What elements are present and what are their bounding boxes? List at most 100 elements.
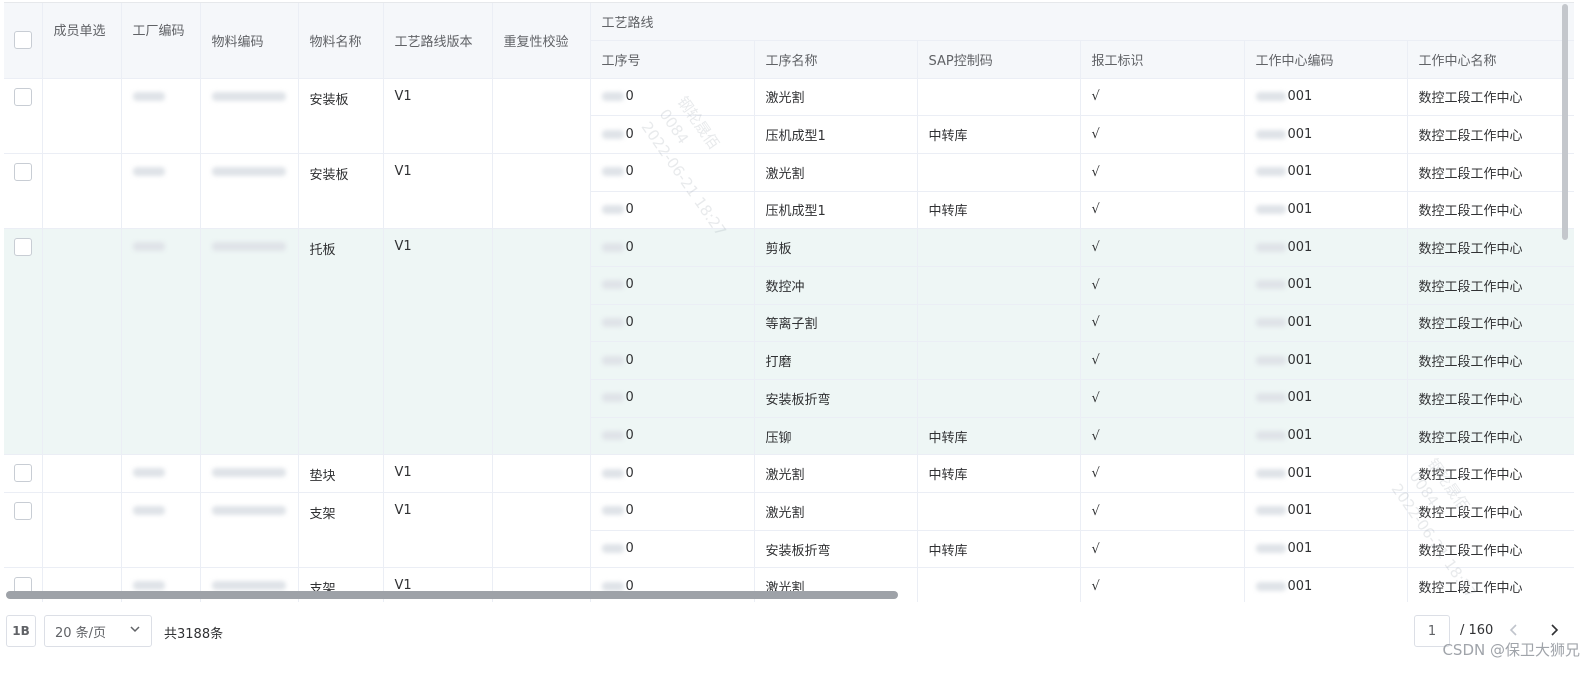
chevron-down-icon: [129, 623, 141, 639]
redacted-wc-prefix: [1255, 242, 1286, 252]
wc-code-suffix: 001: [1287, 541, 1313, 557]
col-member-select[interactable]: 成员单选: [42, 3, 122, 79]
col-factory-code[interactable]: 工厂编码: [121, 3, 201, 79]
table-row[interactable]: 垫块 V1 0 激光割 中转库 √ 001 数控工段工作中心: [4, 454, 1574, 494]
redacted-wc-prefix: [1255, 393, 1286, 403]
wc-code-suffix: 001: [1287, 578, 1313, 594]
redacted-factory-code: [132, 242, 165, 252]
cell-material-name: 垫块: [298, 454, 384, 494]
cell-material-code: [200, 153, 299, 230]
redacted-op-prefix: [601, 280, 624, 290]
cell-report-flag: √: [1080, 492, 1245, 531]
cell-duplicate-check: [492, 228, 591, 456]
cell-op-name: 激光割: [754, 153, 918, 192]
cell-wc-name: 数控工段工作中心: [1407, 78, 1574, 117]
wc-code-suffix: 001: [1287, 126, 1313, 142]
page-size-select[interactable]: 20 条/页: [44, 615, 152, 647]
cell-wc-name: 数控工段工作中心: [1407, 228, 1574, 267]
wc-code-suffix: 001: [1287, 164, 1313, 180]
wc-code-suffix: 001: [1287, 239, 1313, 255]
vertical-scrollbar[interactable]: [1562, 4, 1568, 240]
row-checkbox[interactable]: [13, 464, 32, 483]
redacted-factory-code: [132, 91, 165, 101]
cell-report-flag: √: [1080, 417, 1245, 456]
cell-sap-code: 中转库: [917, 191, 1081, 230]
col-wc-name[interactable]: 工作中心名称: [1407, 40, 1574, 79]
redacted-material-code: [211, 91, 286, 101]
cell-wc-name: 数控工段工作中心: [1407, 266, 1574, 305]
col-route-version[interactable]: 工艺路线版本: [383, 3, 493, 79]
redacted-material-code: [211, 166, 286, 176]
cell-op-no: 0: [590, 341, 755, 380]
redacted-wc-prefix: [1255, 280, 1286, 290]
cell-op-no: 0: [590, 115, 755, 154]
op-no-suffix: 0: [625, 390, 634, 406]
horizontal-scrollbar[interactable]: [6, 591, 898, 599]
cell-select: [4, 228, 43, 456]
cell-op-no: 0: [590, 530, 755, 569]
cell-wc-name: 数控工段工作中心: [1407, 115, 1574, 154]
redacted-wc-prefix: [1255, 506, 1286, 516]
cell-wc-name: 数控工段工作中心: [1407, 417, 1574, 456]
cell-sap-code: [917, 266, 1081, 305]
wc-code-suffix: 001: [1287, 390, 1313, 406]
cell-duplicate-check: [492, 153, 591, 230]
cell-duplicate-check: [492, 78, 591, 154]
cell-wc-name: 数控工段工作中心: [1407, 379, 1574, 418]
row-checkbox[interactable]: [13, 162, 32, 181]
redacted-op-prefix: [601, 431, 624, 441]
row-checkbox[interactable]: [13, 87, 32, 106]
cell-op-name: 压机成型1: [754, 115, 918, 154]
cell-sap-code: [917, 78, 1081, 117]
cell-op-no: 0: [590, 78, 755, 117]
op-no-suffix: 0: [625, 428, 634, 444]
page-count: / 160: [1460, 623, 1494, 638]
cell-member-select: [42, 492, 122, 569]
cell-report-flag: √: [1080, 379, 1245, 418]
col-wc-code[interactable]: 工作中心编码: [1244, 40, 1408, 79]
cell-select: [4, 153, 43, 230]
cell-op-name: 打磨: [754, 341, 918, 380]
table-row[interactable]: 安装板 V1 0 激光割 √ 001 数控工段工作中心: [4, 153, 1574, 230]
cell-wc-code: 001: [1244, 492, 1408, 531]
table-row[interactable]: 安装板 V1 0 激光割 √ 001 数控工段工作中心: [4, 78, 1574, 154]
column-settings-button[interactable]: 1B: [6, 615, 36, 647]
redacted-op-prefix: [601, 468, 624, 478]
op-no-suffix: 0: [625, 201, 634, 217]
table-row[interactable]: 支架 V1 0 激光割 √ 001 数控工段工作中心: [4, 492, 1574, 569]
op-no-suffix: 0: [625, 314, 634, 330]
cell-route-version: V1: [383, 228, 493, 456]
row-checkbox[interactable]: [13, 502, 32, 521]
row-checkbox[interactable]: [13, 238, 32, 257]
cell-op-name: 激光割: [754, 492, 918, 531]
cell-material-name: 支架: [298, 492, 384, 569]
redacted-factory-code: [132, 468, 165, 478]
redacted-op-prefix: [601, 506, 624, 516]
cell-report-flag: √: [1080, 115, 1245, 154]
select-all-checkbox[interactable]: [13, 31, 32, 50]
col-sap-code[interactable]: SAP控制码: [917, 40, 1081, 79]
col-report-flag[interactable]: 报工标识: [1080, 40, 1245, 79]
table-row[interactable]: 托板 V1 0 剪板 √ 001 数控工段工作中心: [4, 228, 1574, 456]
total-count: 共3188条: [164, 627, 224, 642]
cell-material-code: [200, 454, 299, 494]
cell-sap-code: [917, 567, 1081, 602]
cell-select: [4, 454, 43, 494]
cell-op-name: 安装板折弯: [754, 379, 918, 418]
redacted-op-prefix: [601, 581, 624, 591]
redacted-op-prefix: [601, 167, 624, 177]
redacted-op-prefix: [601, 317, 624, 327]
col-material-code[interactable]: 物料编码: [200, 3, 299, 79]
redacted-material-code: [211, 506, 286, 516]
col-material-name[interactable]: 物料名称: [298, 3, 384, 79]
col-duplicate-check[interactable]: 重复性校验: [492, 3, 591, 79]
redacted-op-prefix: [601, 393, 624, 403]
redacted-op-prefix: [601, 544, 624, 554]
cell-route-version: V1: [383, 153, 493, 230]
col-op-no[interactable]: 工序号: [590, 40, 755, 79]
cell-wc-name: 数控工段工作中心: [1407, 191, 1574, 230]
cell-member-select: [42, 153, 122, 230]
wc-code-suffix: 001: [1287, 201, 1313, 217]
col-op-name[interactable]: 工序名称: [754, 40, 918, 79]
wc-code-suffix: 001: [1287, 465, 1313, 481]
